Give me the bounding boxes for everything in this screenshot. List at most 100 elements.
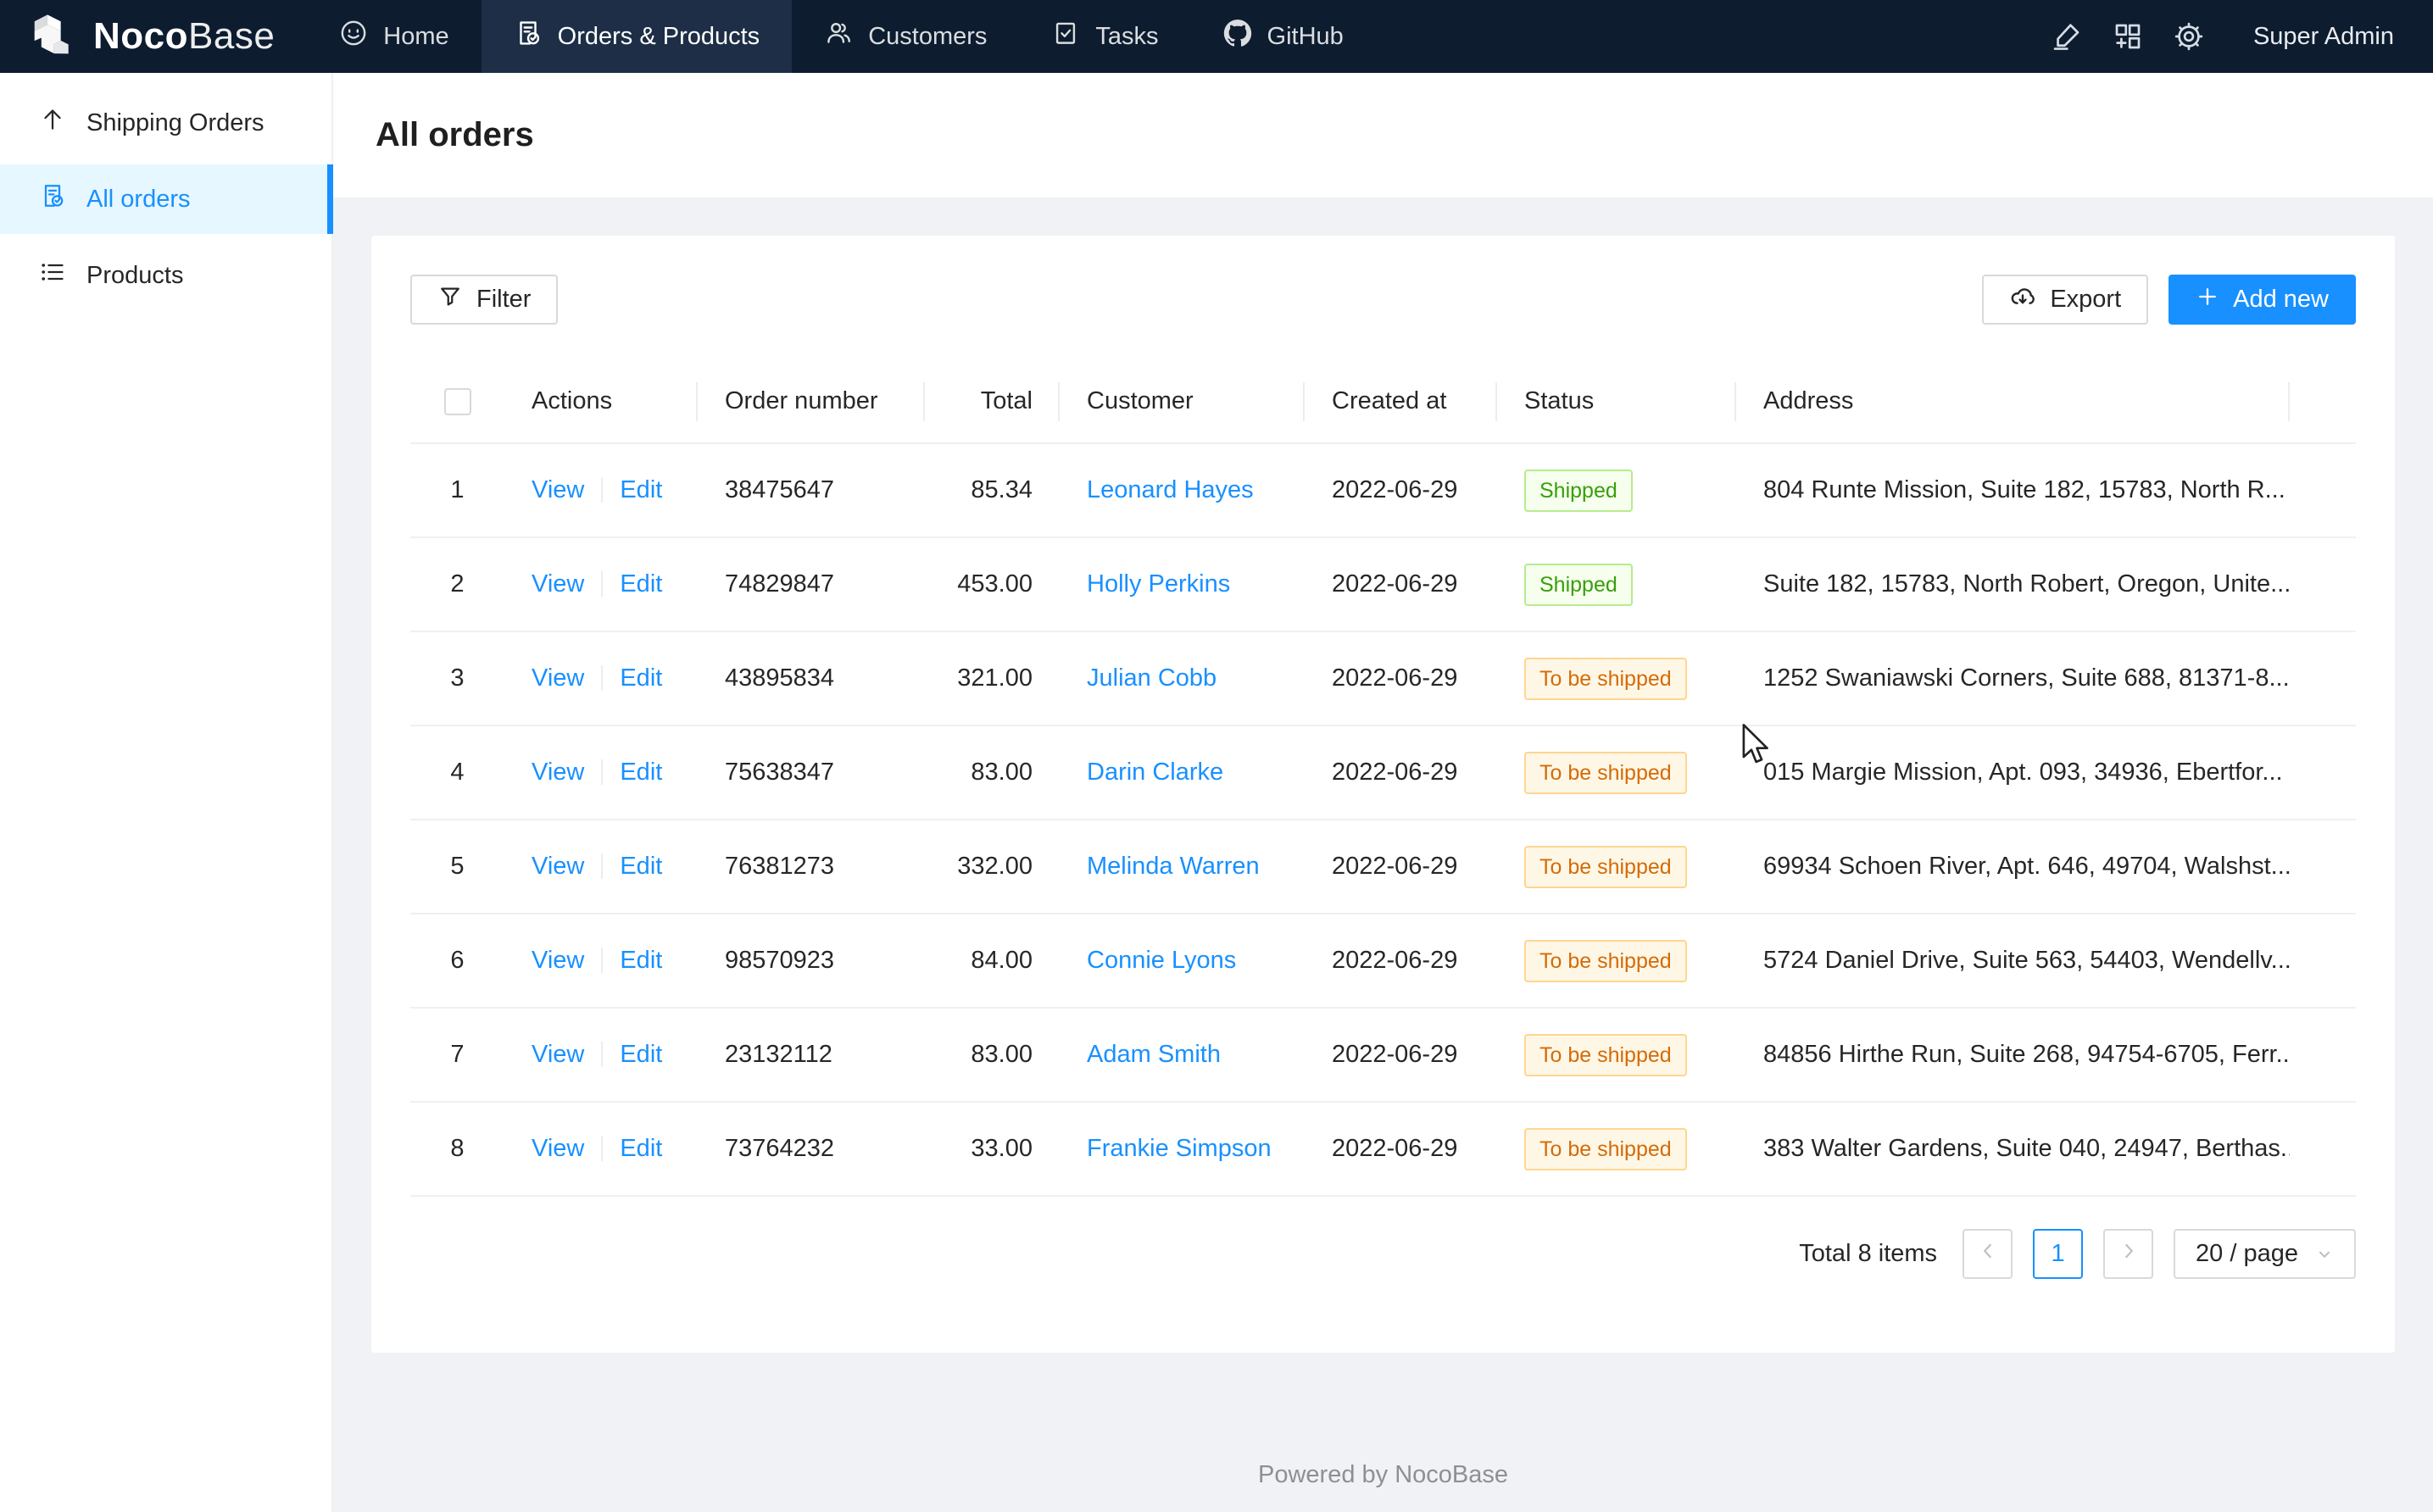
add-new-button[interactable]: Add new [2169, 275, 2356, 325]
sidebar-item-all-orders[interactable]: All orders [0, 164, 331, 234]
nocobase-logo[interactable]: NocoBase [0, 0, 307, 73]
action-divider [601, 1042, 603, 1067]
table-row: 7ViewEdit2313211283.00Adam Smith2022-06-… [410, 1009, 2356, 1103]
sidebar-item-products[interactable]: Products [0, 241, 331, 310]
edit-link[interactable]: Edit [620, 759, 662, 786]
created-at-cell: 2022-06-29 [1305, 853, 1497, 881]
view-link[interactable]: View [532, 759, 584, 786]
address-cell: 383 Walter Gardens, Suite 040, 24947, Be… [1736, 1135, 2290, 1163]
pagination-next-button[interactable] [2103, 1229, 2153, 1279]
page-size-select[interactable]: 20 / page [2174, 1229, 2356, 1279]
status-cell: Shipped [1497, 470, 1736, 512]
sidebar-item-label: Products [86, 262, 183, 290]
user-menu[interactable]: Super Admin [2253, 23, 2394, 51]
action-divider [601, 477, 603, 503]
view-link[interactable]: View [532, 664, 584, 692]
customer-link[interactable]: Darin Clarke [1087, 759, 1223, 786]
created-at-cell: 2022-06-29 [1305, 1041, 1497, 1069]
order-number-cell: 43895834 [698, 664, 925, 692]
created-at-cell: 2022-06-29 [1305, 947, 1497, 975]
total-cell: 83.00 [925, 759, 1060, 787]
customer-link[interactable]: Melinda Warren [1087, 853, 1260, 880]
status-cell: To be shipped [1497, 1034, 1736, 1076]
edit-link[interactable]: Edit [620, 853, 662, 880]
plugin-blocks-icon[interactable] [2097, 0, 2158, 73]
action-divider [601, 853, 603, 879]
order-number-cell: 23132112 [698, 1041, 925, 1069]
ui-editor-icon[interactable] [2036, 0, 2097, 73]
customer-cell: Leonard Hayes [1060, 476, 1305, 504]
status-badge: To be shipped [1524, 846, 1687, 888]
filter-button[interactable]: Filter [410, 275, 558, 325]
nav-tab-label: Orders & Products [558, 23, 760, 51]
pagination-page-1[interactable]: 1 [2033, 1229, 2083, 1279]
powered-by-footer: Powered by NocoBase [371, 1461, 2395, 1489]
nav-tab-label: Tasks [1095, 23, 1158, 51]
page-header: All orders [333, 73, 2433, 197]
customer-cell: Julian Cobb [1060, 664, 1305, 692]
total-cell: 453.00 [925, 570, 1060, 598]
total-cell: 84.00 [925, 947, 1060, 975]
status-badge: To be shipped [1524, 752, 1687, 794]
address-cell: Suite 182, 15783, North Robert, Oregon, … [1736, 570, 2290, 598]
nav-tab-tasks[interactable]: Tasks [1019, 0, 1190, 73]
view-link[interactable]: View [532, 570, 584, 598]
edit-link[interactable]: Edit [620, 1041, 662, 1068]
sidebar: Shipping OrdersAll orders Products [0, 73, 333, 1512]
address-cell: 84856 Hirthe Run, Suite 268, 94754-6705,… [1736, 1041, 2290, 1069]
nav-tab-github[interactable]: GitHub [1191, 0, 1376, 73]
edit-link[interactable]: Edit [620, 1135, 662, 1162]
action-divider [601, 948, 603, 973]
github-icon [1223, 19, 1252, 54]
sidebar-item-shipping-orders[interactable]: Shipping Orders [0, 88, 331, 158]
status-cell: To be shipped [1497, 1128, 1736, 1170]
customer-link[interactable]: Julian Cobb [1087, 664, 1216, 692]
address-cell: 1252 Swaniawski Corners, Suite 688, 8137… [1736, 664, 2290, 692]
row-actions: View Edit [504, 947, 698, 975]
customer-link[interactable]: Connie Lyons [1087, 947, 1236, 974]
nav-tab-customers[interactable]: Customers [792, 0, 1019, 73]
view-link[interactable]: View [532, 947, 584, 974]
page-title: All orders [376, 116, 534, 154]
nav-tab-home[interactable]: Home [307, 0, 481, 73]
row-index: 8 [410, 1135, 504, 1163]
column-header-total: Total [925, 387, 1060, 415]
pagination-prev-button[interactable] [1963, 1229, 2013, 1279]
status-badge: To be shipped [1524, 658, 1687, 700]
arrow-up-icon [39, 106, 66, 140]
row-actions: View Edit [504, 1041, 698, 1069]
edit-link[interactable]: Edit [620, 476, 662, 503]
orders-icon [39, 182, 66, 216]
customer-link[interactable]: Adam Smith [1087, 1041, 1221, 1068]
top-navbar: NocoBase Home Orders & Products Customers T… [0, 0, 2433, 73]
status-cell: To be shipped [1497, 752, 1736, 794]
table-row: 1ViewEdit3847564785.34Leonard Hayes2022-… [410, 444, 2356, 538]
table-row: 8ViewEdit7376423233.00Frankie Simpson202… [410, 1103, 2356, 1197]
order-number-cell: 38475647 [698, 476, 925, 504]
customer-link[interactable]: Frankie Simpson [1087, 1135, 1272, 1162]
settings-gear-icon[interactable] [2158, 0, 2219, 73]
nav-tab-orders-products[interactable]: Orders & Products [482, 0, 793, 73]
edit-link[interactable]: Edit [620, 570, 662, 598]
view-link[interactable]: View [532, 853, 584, 880]
customer-cell: Holly Perkins [1060, 570, 1305, 598]
customer-link[interactable]: Holly Perkins [1087, 570, 1230, 598]
total-cell: 332.00 [925, 853, 1060, 881]
nav-tab-label: Customers [868, 23, 987, 51]
column-header-created-at: Created at [1305, 387, 1497, 415]
logo-text-base: Base [188, 15, 275, 57]
view-link[interactable]: View [532, 1135, 584, 1162]
view-link[interactable]: View [532, 476, 584, 503]
export-button[interactable]: Export [1982, 275, 2148, 325]
edit-link[interactable]: Edit [620, 947, 662, 974]
customer-cell: Adam Smith [1060, 1041, 1305, 1069]
tasks-icon [1051, 19, 1080, 54]
view-link[interactable]: View [532, 1041, 584, 1068]
edit-link[interactable]: Edit [620, 664, 662, 692]
select-all-checkbox[interactable] [444, 388, 471, 415]
customer-link[interactable]: Leonard Hayes [1087, 476, 1254, 503]
table-row: 3ViewEdit43895834321.00Julian Cobb2022-0… [410, 632, 2356, 726]
pagination: Total 8 items 1 20 / page [410, 1229, 2356, 1279]
row-actions: View Edit [504, 476, 698, 504]
customer-cell: Melinda Warren [1060, 853, 1305, 881]
